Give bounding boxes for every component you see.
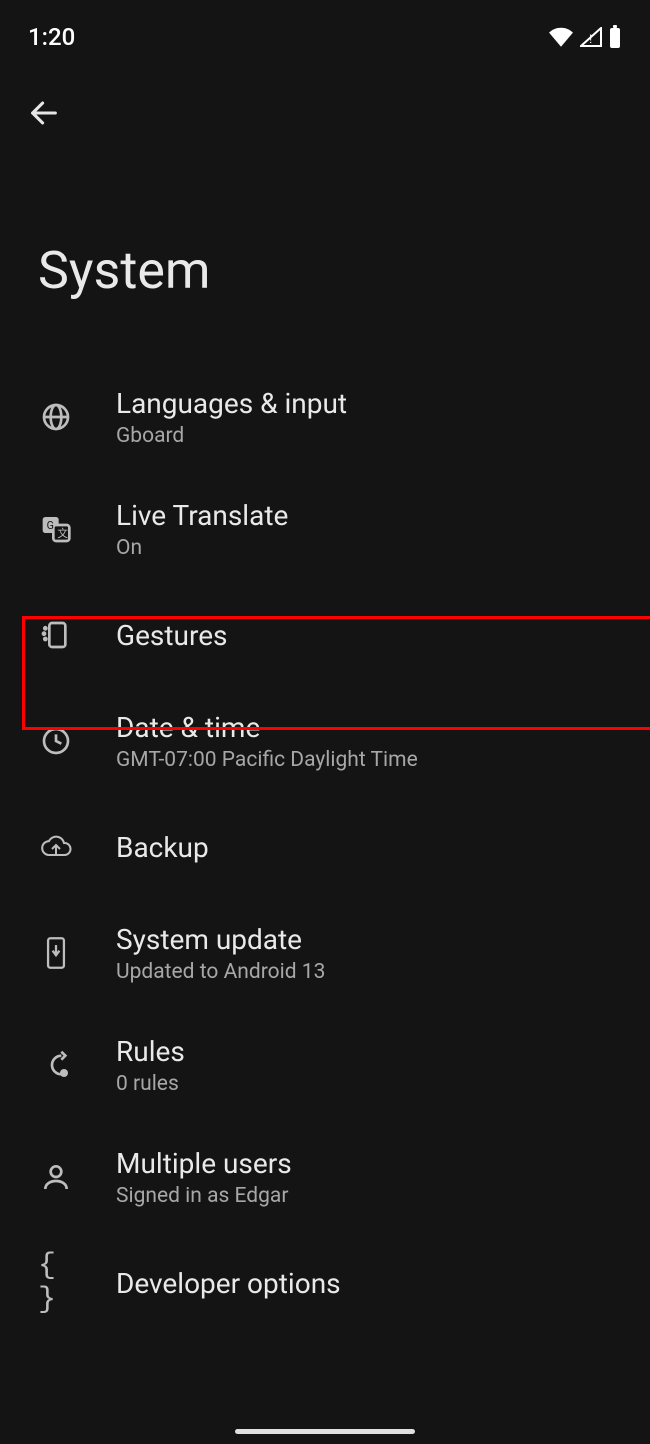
gesture-icon bbox=[38, 617, 74, 653]
item-title: Date & time bbox=[116, 711, 622, 744]
item-rules[interactable]: Rules 0 rules bbox=[0, 1009, 650, 1121]
status-time: 1:20 bbox=[28, 23, 75, 51]
translate-icon: G文 bbox=[38, 511, 74, 547]
status-icons: ! bbox=[548, 25, 622, 49]
svg-text:!: ! bbox=[589, 32, 592, 46]
item-title: Multiple users bbox=[116, 1147, 622, 1180]
item-title: Rules bbox=[116, 1035, 622, 1068]
item-gestures[interactable]: Gestures bbox=[0, 585, 650, 685]
wifi-icon bbox=[548, 27, 574, 47]
item-live-translate[interactable]: G文 Live Translate On bbox=[0, 473, 650, 585]
cellular-icon: ! bbox=[580, 27, 602, 47]
item-backup[interactable]: Backup bbox=[0, 797, 650, 897]
globe-icon bbox=[38, 399, 74, 435]
item-subtitle: GMT-07:00 Pacific Daylight Time bbox=[116, 748, 622, 772]
phone-download-icon bbox=[38, 935, 74, 971]
arrow-back-icon bbox=[27, 96, 61, 133]
item-date-time[interactable]: Date & time GMT-07:00 Pacific Daylight T… bbox=[0, 685, 650, 797]
toolbar bbox=[0, 60, 650, 150]
item-developer-options[interactable]: { } Developer options bbox=[0, 1233, 650, 1333]
item-languages-input[interactable]: Languages & input Gboard bbox=[0, 361, 650, 473]
item-subtitle: On bbox=[116, 536, 622, 560]
item-title: Backup bbox=[116, 831, 622, 864]
item-subtitle: Gboard bbox=[116, 424, 622, 448]
svg-text:文: 文 bbox=[57, 527, 68, 540]
braces-icon: { } bbox=[38, 1265, 74, 1301]
item-multiple-users[interactable]: Multiple users Signed in as Edgar bbox=[0, 1121, 650, 1233]
item-title: System update bbox=[116, 923, 622, 956]
person-icon bbox=[38, 1159, 74, 1195]
item-subtitle: 0 rules bbox=[116, 1072, 622, 1096]
status-bar: 1:20 ! bbox=[0, 0, 650, 60]
cloud-upload-icon bbox=[38, 829, 74, 865]
item-title: Developer options bbox=[116, 1267, 622, 1300]
settings-list: Languages & input Gboard G文 Live Transla… bbox=[0, 361, 650, 1333]
battery-icon bbox=[608, 25, 622, 49]
rules-icon bbox=[38, 1047, 74, 1083]
item-subtitle: Signed in as Edgar bbox=[116, 1184, 622, 1208]
item-system-update[interactable]: System update Updated to Android 13 bbox=[0, 897, 650, 1009]
clock-icon bbox=[38, 723, 74, 759]
item-subtitle: Updated to Android 13 bbox=[116, 960, 622, 984]
item-title: Live Translate bbox=[116, 499, 622, 532]
home-indicator[interactable] bbox=[235, 1429, 415, 1434]
item-title: Gestures bbox=[116, 619, 622, 652]
svg-text:G: G bbox=[47, 519, 54, 532]
item-title: Languages & input bbox=[116, 387, 622, 420]
page-title: System bbox=[0, 150, 650, 361]
back-button[interactable] bbox=[18, 88, 70, 140]
